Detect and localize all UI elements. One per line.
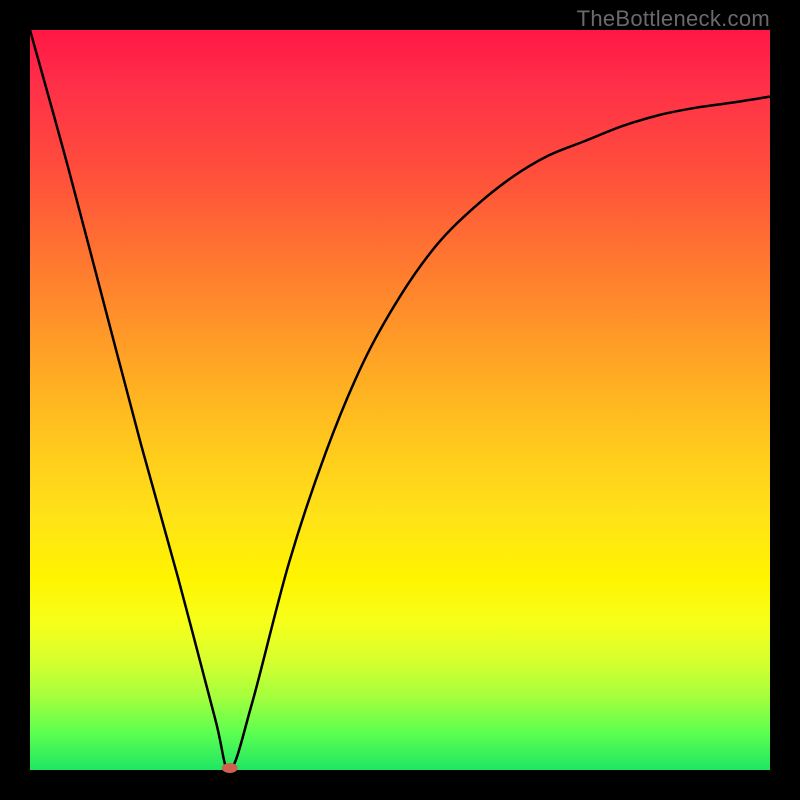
bottleneck-curve bbox=[30, 30, 770, 770]
curve-line bbox=[30, 30, 770, 770]
attribution-text: TheBottleneck.com bbox=[577, 6, 770, 32]
plot-area bbox=[30, 30, 770, 770]
optimal-point-marker bbox=[222, 763, 238, 773]
chart-frame: TheBottleneck.com bbox=[0, 0, 800, 800]
